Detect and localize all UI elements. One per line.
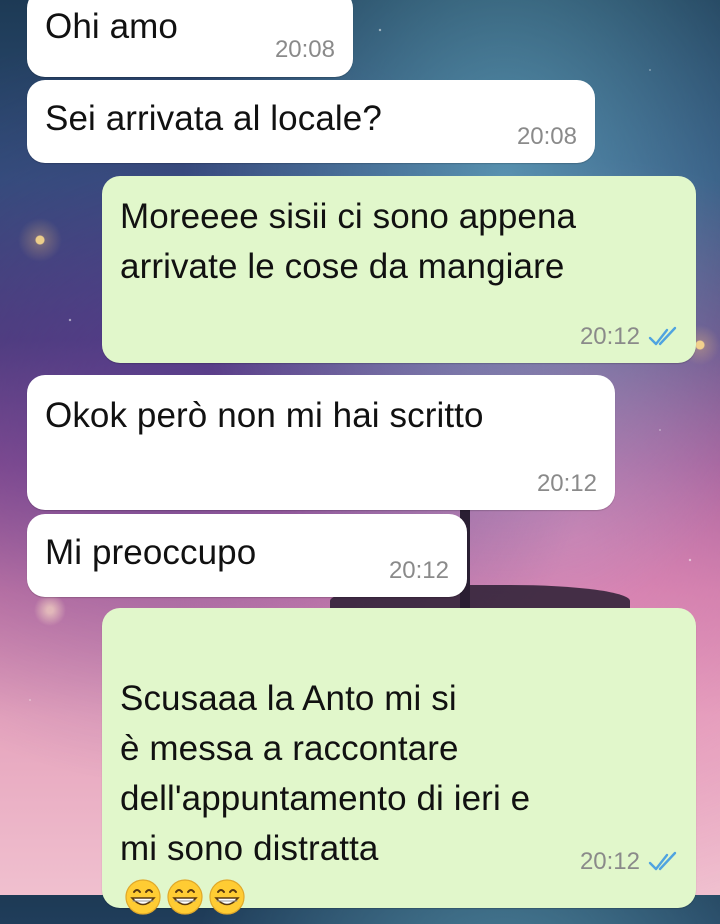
message-time: 20:12 bbox=[579, 323, 640, 350]
message-time: 20:12 bbox=[388, 557, 449, 584]
message-meta: 20:08 bbox=[517, 123, 577, 151]
message-time: 20:12 bbox=[536, 470, 597, 497]
incoming-message[interactable]: Mi preoccupo 20:12 bbox=[27, 514, 467, 597]
read-ticks-icon bbox=[648, 326, 677, 346]
message-time: 20:08 bbox=[274, 36, 335, 63]
message-meta: 20:12 bbox=[580, 323, 678, 351]
message-text: Scusaaa la Anto mi si è messa a racconta… bbox=[120, 624, 530, 924]
incoming-message[interactable]: Ohi amo 20:08 bbox=[27, 0, 353, 77]
grinning-face-icon bbox=[167, 879, 203, 915]
outgoing-message[interactable]: Moreeee sisii ci sono appena arrivate le… bbox=[102, 176, 696, 363]
message-text: Okok però non mi hai scritto bbox=[45, 396, 484, 435]
message-meta: 20:08 bbox=[275, 36, 335, 64]
grinning-face-icon bbox=[209, 879, 245, 915]
message-text: Sei arrivata al locale? bbox=[45, 99, 382, 138]
read-ticks-icon bbox=[648, 851, 677, 871]
grinning-face-icon bbox=[125, 879, 161, 915]
message-text: Ohi amo bbox=[45, 7, 178, 46]
message-time: 20:08 bbox=[516, 123, 577, 150]
message-body: Scusaaa la Anto mi si è messa a racconta… bbox=[120, 679, 531, 868]
message-meta: 20:12 bbox=[580, 848, 678, 876]
message-meta: 20:12 bbox=[389, 557, 449, 585]
incoming-message[interactable]: Sei arrivata al locale? 20:08 bbox=[27, 80, 595, 163]
outgoing-message[interactable]: Scusaaa la Anto mi si è messa a racconta… bbox=[102, 608, 696, 915]
incoming-message[interactable]: Okok però non mi hai scritto 20:12 bbox=[27, 375, 615, 510]
message-meta: 20:12 bbox=[537, 470, 597, 498]
message-time: 20:12 bbox=[579, 848, 640, 875]
message-text: Moreeee sisii ci sono appena arrivate le… bbox=[120, 197, 577, 286]
message-text: Mi preoccupo bbox=[45, 533, 257, 572]
